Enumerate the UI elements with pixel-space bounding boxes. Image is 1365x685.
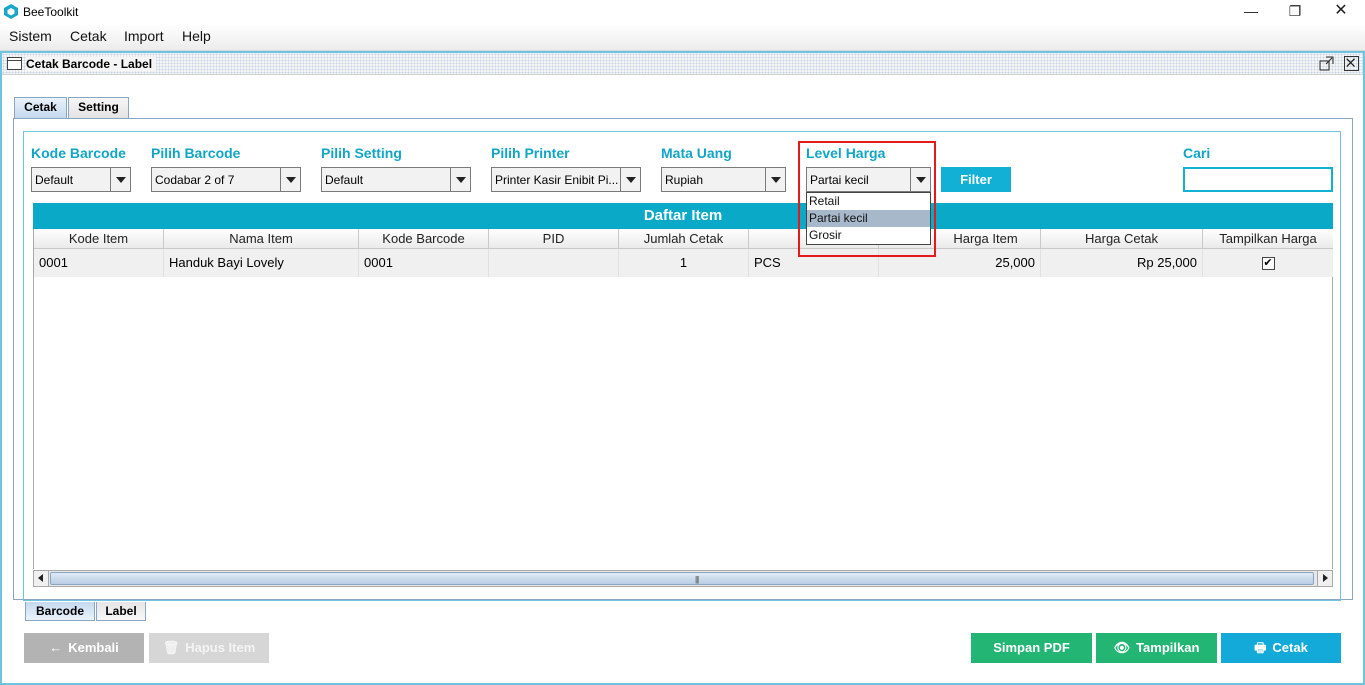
chevron-down-icon[interactable] — [280, 168, 300, 191]
cell-satuan[interactable]: PCS — [749, 249, 879, 277]
pilih-barcode-value: Codabar 2 of 7 — [155, 173, 235, 187]
arrow-left-icon: ← — [49, 640, 63, 655]
tab-barcode[interactable]: Barcode — [25, 602, 95, 621]
cell-kode-item[interactable]: 0001 — [34, 249, 164, 277]
pilih-barcode-select[interactable]: Codabar 2 of 7 — [151, 167, 301, 192]
pilih-printer-select[interactable]: Printer Kasir Enibit Pi... — [491, 167, 641, 192]
column-header-tampilkan-harga[interactable]: Tampilkan Harga — [1203, 229, 1333, 249]
scrollbar-thumb[interactable]: ||| — [50, 572, 1314, 585]
tab-cetak[interactable]: Cetak — [14, 97, 67, 118]
title-bar: BeeToolkit — ❐ ✕ — [0, 0, 1365, 24]
cell-harga-item[interactable]: 25,000 — [879, 249, 1041, 277]
tampilkan-harga-checkbox[interactable]: ✔ — [1261, 257, 1275, 271]
pilih-barcode-label: Pilih Barcode — [151, 145, 241, 161]
mata-uang-select[interactable]: Rupiah — [661, 167, 786, 192]
frame-window-icon — [7, 57, 22, 70]
mata-uang-label: Mata Uang — [661, 145, 732, 161]
table-title: Daftar Item — [33, 203, 1333, 229]
close-button[interactable]: ✕ — [1318, 0, 1364, 24]
search-input[interactable] — [1183, 167, 1333, 192]
level-harga-select[interactable]: Partai kecil — [806, 167, 931, 192]
hapus-item-label: Hapus Item — [185, 640, 256, 655]
column-header-kode-barcode[interactable]: Kode Barcode — [359, 229, 489, 249]
chevron-down-icon[interactable] — [910, 168, 930, 191]
menu-sistem[interactable]: Sistem — [9, 28, 52, 44]
cell-jumlah-cetak[interactable]: 1 — [619, 249, 749, 277]
chevron-down-icon[interactable] — [620, 168, 640, 191]
scroll-left-icon[interactable] — [34, 571, 49, 586]
minimize-button[interactable]: — — [1228, 0, 1274, 24]
mata-uang-value: Rupiah — [665, 173, 704, 187]
kembali-label: Kembali — [68, 640, 119, 655]
pilih-setting-label: Pilih Setting — [321, 145, 402, 161]
tab-setting[interactable]: Setting — [68, 97, 129, 118]
pilih-printer-label: Pilih Printer — [491, 145, 570, 161]
cell-tampilkan-harga[interactable]: ✔ — [1203, 249, 1333, 277]
column-header-nama-item[interactable]: Nama Item — [164, 229, 359, 249]
frame-title-bar: Cetak Barcode - Label — [2, 53, 1363, 75]
level-harga-label: Level Harga — [806, 145, 886, 161]
chevron-down-icon[interactable] — [110, 168, 130, 191]
kode-barcode-select[interactable]: Default — [31, 167, 131, 192]
app-logo-icon — [4, 4, 18, 19]
cell-harga-cetak[interactable]: Rp 25,000 — [1041, 249, 1203, 277]
cell-kode-barcode[interactable]: 0001 — [359, 249, 489, 277]
kode-barcode-value: Default — [35, 173, 74, 187]
pilih-printer-value: Printer Kasir Enibit Pi... — [495, 173, 619, 187]
app-title: BeeToolkit — [23, 5, 79, 19]
frame-restore-icon[interactable] — [1319, 56, 1334, 71]
maximize-button[interactable]: ❐ — [1272, 0, 1318, 24]
menu-import[interactable]: Import — [124, 28, 164, 44]
menu-cetak[interactable]: Cetak — [70, 28, 107, 44]
simpan-pdf-button[interactable]: Simpan PDF — [971, 633, 1092, 663]
eye-icon: 👁 — [1113, 640, 1131, 655]
dropdown-option-retail[interactable]: Retail — [807, 193, 930, 210]
dropdown-option-grosir[interactable]: Grosir — [807, 227, 930, 244]
printer-icon: 🖶 — [1254, 640, 1267, 655]
pilih-setting-value: Default — [325, 173, 364, 187]
dropdown-option-partai-kecil[interactable]: Partai kecil — [807, 210, 930, 227]
item-table: Kode Item Nama Item Kode Barcode PID Jum… — [33, 229, 1333, 569]
tampilkan-label: Tampilkan — [1136, 640, 1200, 655]
tab-label[interactable]: Label — [96, 602, 146, 621]
level-harga-value: Partai kecil — [810, 173, 869, 187]
column-header-kode-item[interactable]: Kode Item — [34, 229, 164, 249]
frame-close-icon[interactable] — [1344, 56, 1359, 71]
menu-bar: Sistem Cetak Import Help — [0, 24, 1365, 51]
hapus-item-button[interactable]: 🗑 Hapus Item — [149, 633, 269, 663]
column-header-jumlah-cetak[interactable]: Jumlah Cetak — [619, 229, 749, 249]
horizontal-scrollbar[interactable]: ||| — [33, 570, 1333, 587]
menu-help[interactable]: Help — [182, 28, 211, 44]
column-header-harga-cetak[interactable]: Harga Cetak — [1041, 229, 1203, 249]
pilih-setting-select[interactable]: Default — [321, 167, 471, 192]
scroll-grip-icon: ||| — [695, 575, 699, 584]
scroll-right-icon[interactable] — [1317, 571, 1332, 586]
cari-label: Cari — [1183, 145, 1211, 161]
kode-barcode-label: Kode Barcode — [31, 145, 126, 161]
trash-icon: 🗑 — [162, 640, 180, 655]
cetak-button[interactable]: 🖶 Cetak — [1221, 633, 1341, 663]
tampilkan-button[interactable]: 👁 Tampilkan — [1096, 633, 1217, 663]
frame-title: Cetak Barcode - Label — [26, 57, 157, 71]
cell-nama-item[interactable]: Handuk Bayi Lovely — [164, 249, 359, 277]
chevron-down-icon[interactable] — [450, 168, 470, 191]
cetak-label: Cetak — [1272, 640, 1308, 655]
kembali-button[interactable]: ← Kembali — [24, 633, 144, 663]
column-header-pid[interactable]: PID — [489, 229, 619, 249]
level-harga-dropdown-list: Retail Partai kecil Grosir — [806, 192, 931, 245]
cell-pid[interactable] — [489, 249, 619, 277]
chevron-down-icon[interactable] — [765, 168, 785, 191]
filter-button[interactable]: Filter — [941, 167, 1011, 192]
